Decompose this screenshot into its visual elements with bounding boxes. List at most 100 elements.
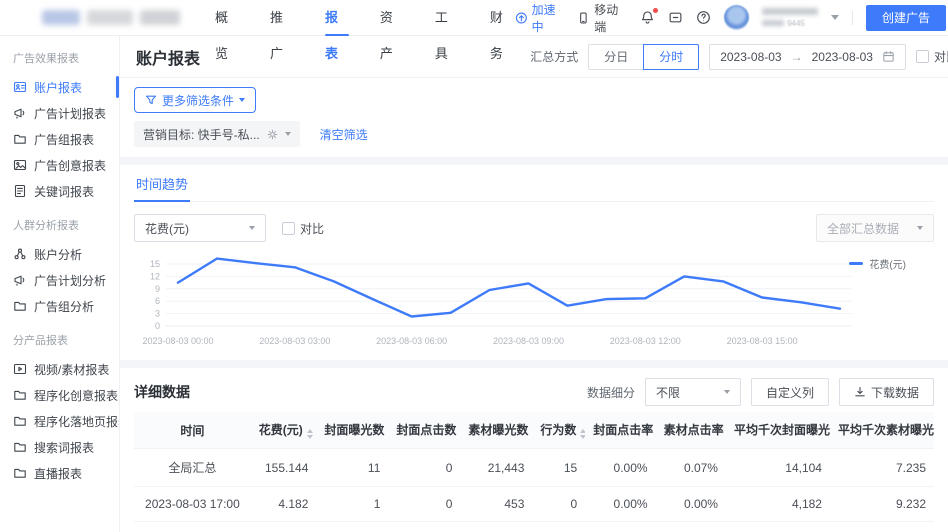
- table-cell: 15: [532, 448, 586, 487]
- legend-line-swatch: [849, 262, 864, 265]
- sidebar-item-label: 广告组分析: [34, 299, 95, 314]
- table-cell: 21,443: [460, 448, 533, 487]
- topbar-right: 加速中 移动端 9445 创建广告: [515, 1, 948, 35]
- date-range-picker[interactable]: 2023-08-03 → 2023-08-03: [709, 43, 906, 70]
- sort-icon[interactable]: [580, 429, 586, 439]
- header-compare-checkbox[interactable]: [915, 50, 929, 63]
- sort-icon[interactable]: [306, 429, 313, 439]
- top-nav-item-asset[interactable]: 资产: [380, 0, 405, 61]
- plan-report-icon: [13, 273, 27, 287]
- column-header-label: 封面点击率: [593, 423, 654, 437]
- sidebar-item-search-term-report[interactable]: 搜索词报表: [0, 434, 119, 460]
- gear-icon[interactable]: [267, 129, 278, 140]
- folder-icon: [13, 466, 27, 480]
- sidebar-item-programmatic-landing-report[interactable]: 程序化落地页报表: [0, 408, 119, 434]
- top-nav-item-finance[interactable]: 财务: [490, 0, 515, 61]
- marketing-goal-filter-tag[interactable]: 营销目标: 快手号-私...: [134, 121, 300, 147]
- table-cell: 全局汇总: [134, 448, 251, 487]
- top-nav-item-overview[interactable]: 概览: [215, 0, 240, 61]
- chart-compare-label: 对比: [300, 221, 325, 236]
- chart-compare-checkbox[interactable]: [282, 221, 295, 235]
- sidebar-item-live-report[interactable]: 直播报表: [0, 460, 119, 486]
- help-button[interactable]: [696, 10, 711, 25]
- sidebar-item-keyword-report[interactable]: 关键词报表: [0, 178, 119, 204]
- table-cell: 0.00%: [585, 486, 656, 522]
- chevron-down-icon: [239, 98, 246, 102]
- table-header: 时间 花费(元) 封面曝光数 封面点击数 素材曝光数 行为数 封面点击率 素材点击率 平均千次封…: [134, 412, 934, 449]
- top-nav-item-promotion[interactable]: 推广: [270, 0, 295, 61]
- svg-text:2023-08-03 06:00: 2023-08-03 06:00: [376, 336, 447, 346]
- sidebar-item-label: 关键词报表: [34, 184, 95, 199]
- column-header[interactable]: 花费(元): [250, 412, 317, 449]
- sidebar-item-creative-report[interactable]: 广告创意报表: [0, 152, 119, 178]
- create-ad-button[interactable]: 创建广告: [865, 4, 946, 31]
- column-header-label: 时间: [180, 423, 205, 438]
- notification-badge: [653, 8, 659, 13]
- notification-bell-button[interactable]: [640, 8, 659, 25]
- sidebar-section-title: 人群分析报表: [13, 220, 79, 232]
- table-cell: 453: [460, 486, 533, 522]
- sidebar-item-programmatic-creative-report[interactable]: 程序化创意报表: [0, 382, 119, 408]
- summary-mode-toggle: 分日 分时: [588, 43, 700, 70]
- sidebar-item-account-report[interactable]: 账户报表: [0, 74, 119, 100]
- platform-logo: [42, 10, 189, 25]
- by-hour-button[interactable]: 分时: [643, 43, 700, 70]
- sidebar-item-group-analysis[interactable]: 广告组分析: [0, 293, 119, 319]
- funnel-icon: [145, 95, 157, 105]
- doc-icon: [13, 184, 27, 198]
- column-header[interactable]: 素材曝光数: [460, 412, 533, 449]
- table-cell: 0: [388, 448, 461, 487]
- mobile-entry-button[interactable]: 移动端: [577, 1, 627, 35]
- svg-text:2023-08-03 15:00: 2023-08-03 15:00: [727, 336, 798, 346]
- header-compare: 对比: [915, 48, 948, 65]
- summary-mode-label: 汇总方式: [530, 50, 579, 64]
- svg-text:2023-08-03 12:00: 2023-08-03 12:00: [610, 336, 681, 346]
- more-filters-button[interactable]: 更多筛选条件: [134, 87, 257, 113]
- sidebar-item-video-material-report[interactable]: 视频/素材报表: [0, 356, 119, 382]
- column-header[interactable]: 封面曝光数: [316, 412, 389, 449]
- message-button[interactable]: [668, 10, 683, 25]
- table-cell: 0.00%: [655, 486, 726, 522]
- customize-columns-button[interactable]: 自定义列: [750, 378, 829, 406]
- download-data-button[interactable]: 下载数据: [838, 378, 934, 406]
- user-id-suffix: 9445: [787, 18, 805, 28]
- sidebar-section-title: 广告效果报表: [13, 53, 79, 65]
- filter-panel: 更多筛选条件 营销目标: 快手号-私... 清空筛选: [120, 78, 948, 157]
- detail-table-card: 详细数据 数据细分 不限 自定义列 下载数据 时间 花费(元) 封面曝光数 封面…: [120, 368, 948, 532]
- accelerating-button[interactable]: 加速中: [515, 1, 565, 35]
- sidebar-item-plan-analysis[interactable]: 广告计划分析: [0, 267, 119, 293]
- segment-select[interactable]: 不限: [644, 378, 741, 406]
- download-icon: [855, 386, 865, 397]
- column-header[interactable]: 素材点击率: [655, 412, 726, 449]
- column-header[interactable]: 平均千次封面曝光花费(元): [725, 412, 830, 449]
- top-nav-item-report[interactable]: 报表: [325, 0, 350, 61]
- user-avatar[interactable]: [724, 5, 750, 30]
- column-header[interactable]: 封面点击率: [585, 412, 656, 449]
- clear-filters-link[interactable]: 清空筛选: [320, 126, 368, 143]
- calendar-icon: [883, 51, 894, 62]
- sidebar-item-plan-report[interactable]: 广告计划报表: [0, 100, 119, 126]
- top-nav-item-tools[interactable]: 工具: [435, 0, 460, 61]
- data-scope-select[interactable]: 全部汇总数据: [816, 214, 934, 242]
- user-menu-caret[interactable]: [831, 15, 840, 20]
- column-header[interactable]: 平均千次素材曝光花费(元): [829, 412, 934, 449]
- table-cell: 0.07%: [655, 448, 726, 487]
- sidebar-item-group-report[interactable]: 广告组报表: [0, 126, 119, 152]
- table-cell: 5,744: [725, 521, 830, 532]
- by-day-button[interactable]: 分日: [588, 43, 645, 70]
- sidebar-item-account-analysis[interactable]: 账户分析: [0, 241, 119, 267]
- trend-line-chart[interactable]: 0 3 6 9 12 15 2023-08-03 00:00 2023-08-03 03:00…: [134, 244, 934, 360]
- sidebar-item-label: 广告计划分析: [34, 273, 107, 288]
- logo-blur-block: [87, 10, 133, 25]
- metric-select[interactable]: 花费(元): [134, 214, 266, 242]
- topbar-divider: [852, 10, 853, 25]
- column-header[interactable]: 行为数: [532, 412, 586, 449]
- column-header[interactable]: 封面点击数: [388, 412, 461, 449]
- table-cell: 0.00%: [585, 521, 656, 532]
- table-row: 2023-08-03 17:00 4.182 1 0 453 0 0.00% 0.00% 4,1…: [134, 486, 934, 522]
- chevron-down-icon: [917, 226, 923, 230]
- legend-label: 花费(元): [869, 260, 906, 271]
- tab-time-trend[interactable]: 时间趋势: [134, 165, 191, 202]
- svg-text:0: 0: [155, 321, 160, 331]
